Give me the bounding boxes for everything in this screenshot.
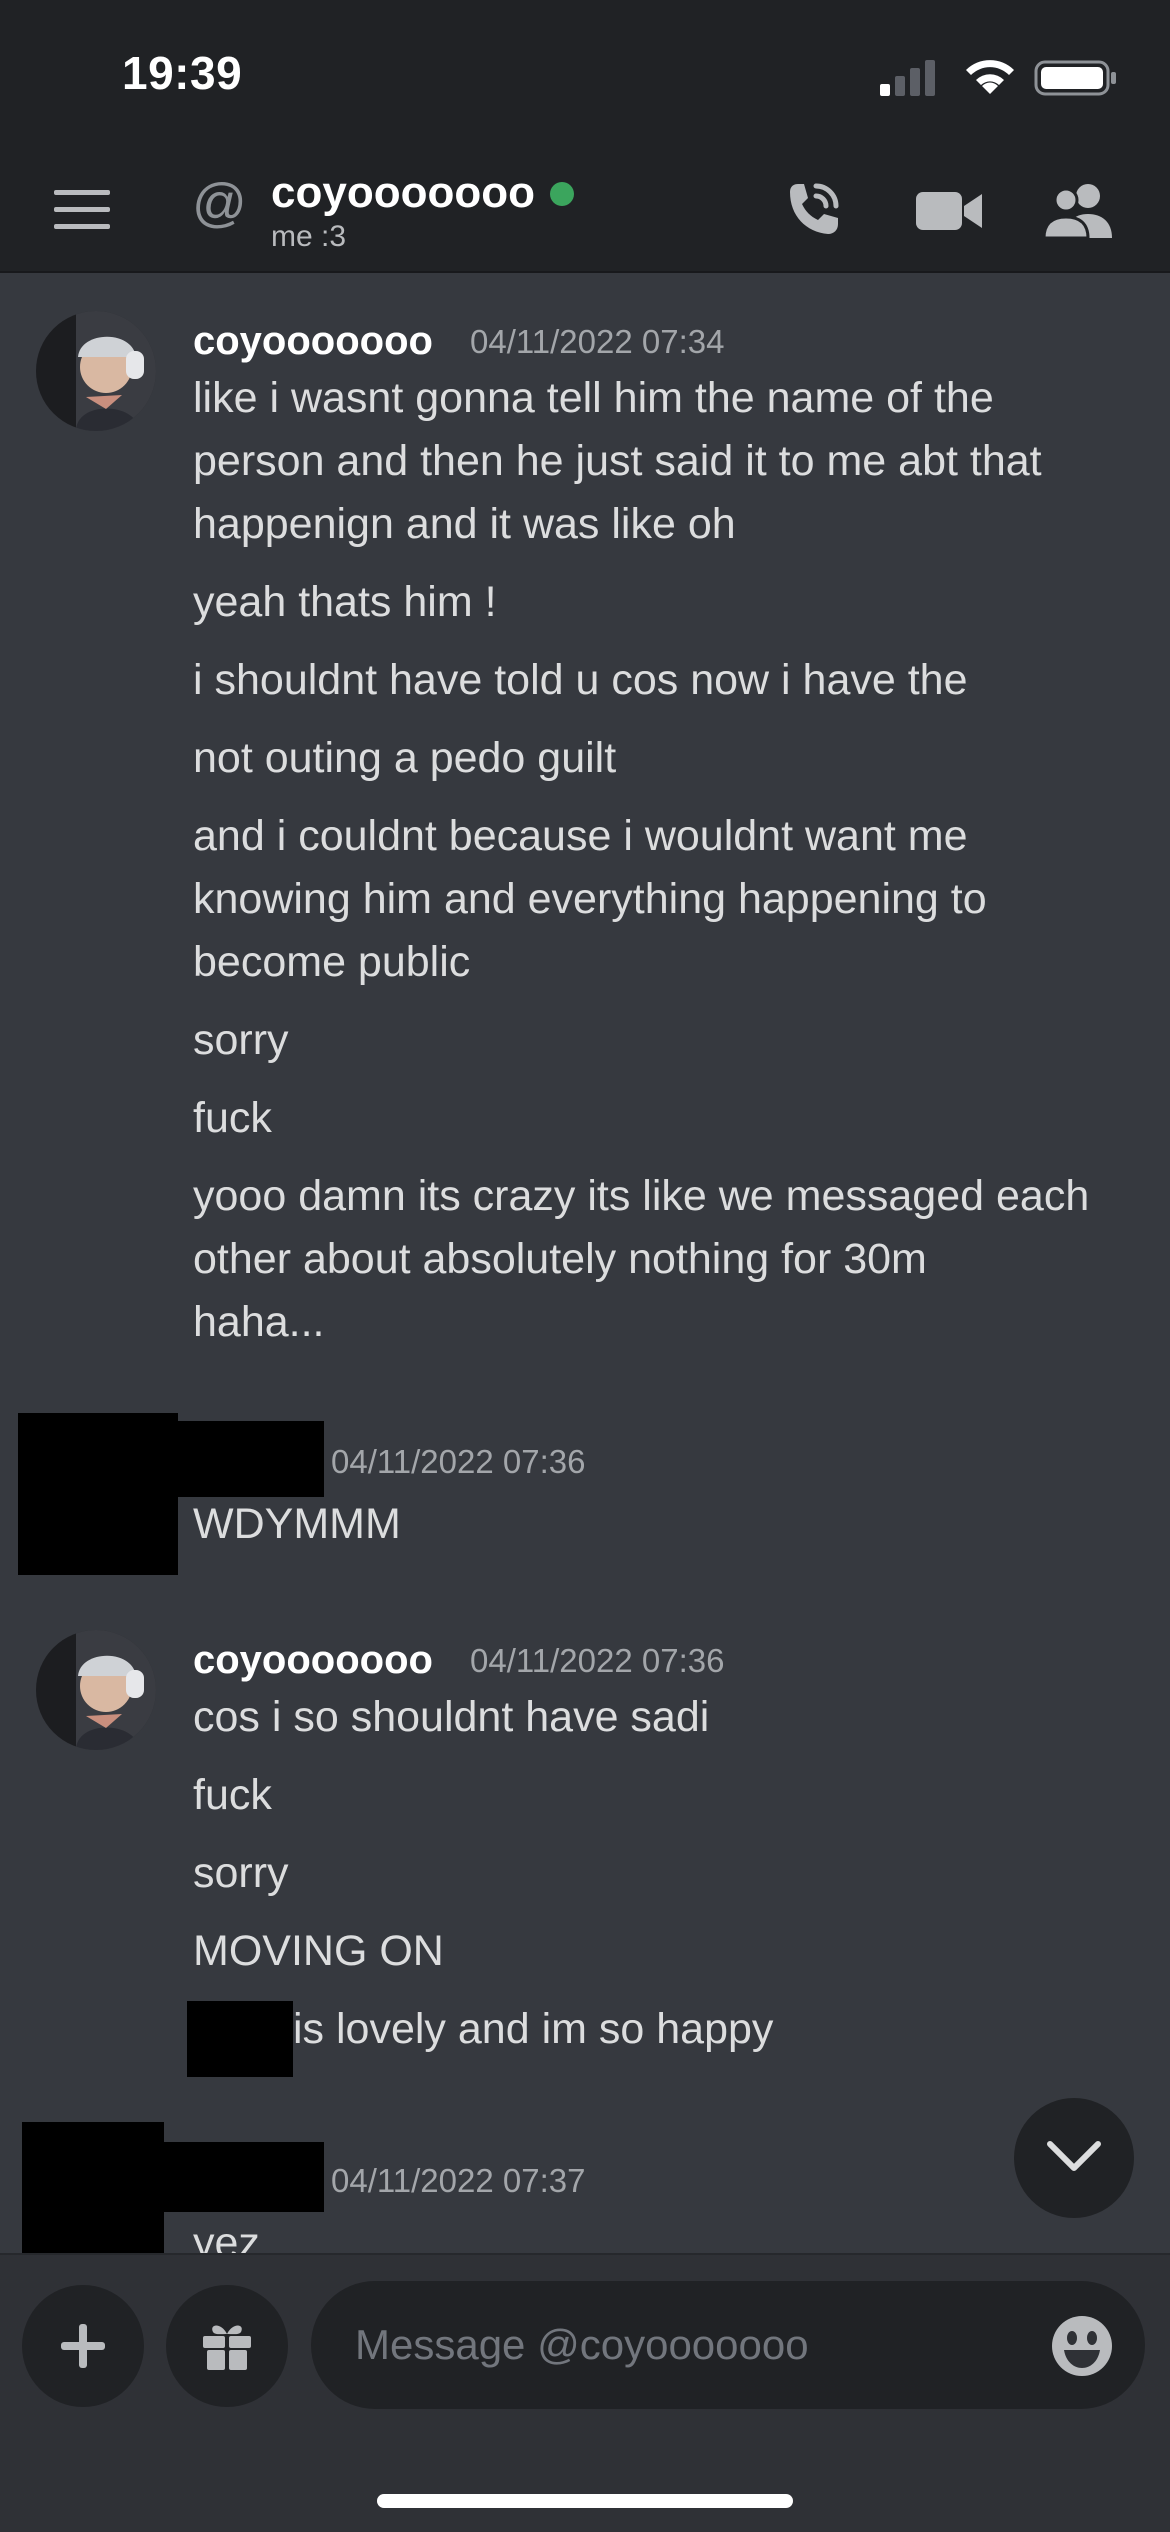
redacted-author <box>164 2142 324 2212</box>
jump-to-present-button[interactable] <box>1014 2098 1134 2218</box>
message-line: cos i so shouldnt have sadi <box>193 1693 710 1741</box>
message-line: become public <box>193 938 471 986</box>
message-line: person and then he just said it to me ab… <box>193 437 1042 485</box>
message-line: sorry <box>193 1849 289 1897</box>
gift-icon <box>203 2325 251 2370</box>
message-list[interactable]: coyooooooo 04/11/2022 07:34 like i wasnt… <box>0 275 1170 2253</box>
channel-name[interactable]: coyooooooo <box>271 168 535 218</box>
plus-icon <box>61 2324 105 2368</box>
message-line: fuck <box>193 1094 272 1142</box>
redacted-avatar <box>22 2122 164 2253</box>
message-line: other about absolutely nothing for 30m <box>193 1235 927 1283</box>
status-bar: 19:39 <box>0 0 1170 150</box>
emoji-icon[interactable] <box>1050 2314 1114 2378</box>
avatar[interactable] <box>36 311 156 431</box>
message-input[interactable] <box>311 2281 1145 2409</box>
status-time: 19:39 <box>122 47 243 99</box>
custom-status: me :3 <box>271 220 347 253</box>
redacted-author <box>178 1421 324 1497</box>
message-line: fuck <box>193 1771 272 1819</box>
message-line: yeah thats him ! <box>193 578 497 626</box>
message-timestamp: 04/11/2022 07:37 <box>331 2162 586 2199</box>
hamburger-icon[interactable] <box>54 188 114 232</box>
battery-icon <box>1034 60 1116 96</box>
discord-dm-screen: 19:39 @ coyooooooo me:3 coyooooooo 04/1… <box>0 0 1170 2532</box>
channel-header: @ coyooooooo me :3 <box>0 150 1170 273</box>
message-line: like i wasnt gonna tell him the name of … <box>193 374 994 422</box>
gift-button[interactable] <box>166 2285 288 2407</box>
message-line: knowing him and everything happening to <box>193 875 987 923</box>
message-line: is lovely and im so happy <box>293 2005 774 2053</box>
message-line: and i couldnt because i wouldnt want me <box>193 812 968 860</box>
message-author[interactable]: coyooooooo <box>193 1638 433 1683</box>
message-author[interactable]: coyooooooo <box>193 319 433 364</box>
message-line: yez <box>193 2219 260 2253</box>
message-line: i shouldnt have told u cos now i have th… <box>193 656 968 704</box>
message-line: yooo damn its crazy its like we messaged… <box>193 1172 1090 1220</box>
members-icon[interactable] <box>1044 180 1114 240</box>
message-line: haha... <box>193 1298 325 1346</box>
message-timestamp: 04/11/2022 07:36 <box>470 1642 725 1679</box>
message-line: not outing a pedo guilt <box>193 734 617 782</box>
avatar[interactable] <box>36 1630 156 1750</box>
composer-bar <box>0 2253 1170 2532</box>
redacted-avatar <box>18 1413 178 1575</box>
online-status-dot <box>550 182 574 206</box>
signal-icon <box>880 60 935 96</box>
at-icon: @ <box>192 173 247 233</box>
avatar-image <box>36 311 156 431</box>
video-icon[interactable] <box>914 186 984 236</box>
home-indicator <box>377 2494 793 2508</box>
message-timestamp: 04/11/2022 07:34 <box>470 323 725 360</box>
redacted-mention <box>187 2001 293 2077</box>
chevron-down-icon <box>1047 2141 1101 2171</box>
wifi-icon <box>966 60 1014 94</box>
message-timestamp: 04/11/2022 07:36 <box>331 1443 586 1480</box>
avatar-image <box>36 1630 156 1750</box>
message-line: sorry <box>193 1016 289 1064</box>
message-line: MOVING ON <box>193 1927 444 1975</box>
message-line: WDYMMM <box>193 1500 401 1548</box>
message-line: happenign and it was like oh <box>193 500 736 548</box>
call-icon[interactable] <box>780 178 844 242</box>
add-attachment-button[interactable] <box>22 2285 144 2407</box>
